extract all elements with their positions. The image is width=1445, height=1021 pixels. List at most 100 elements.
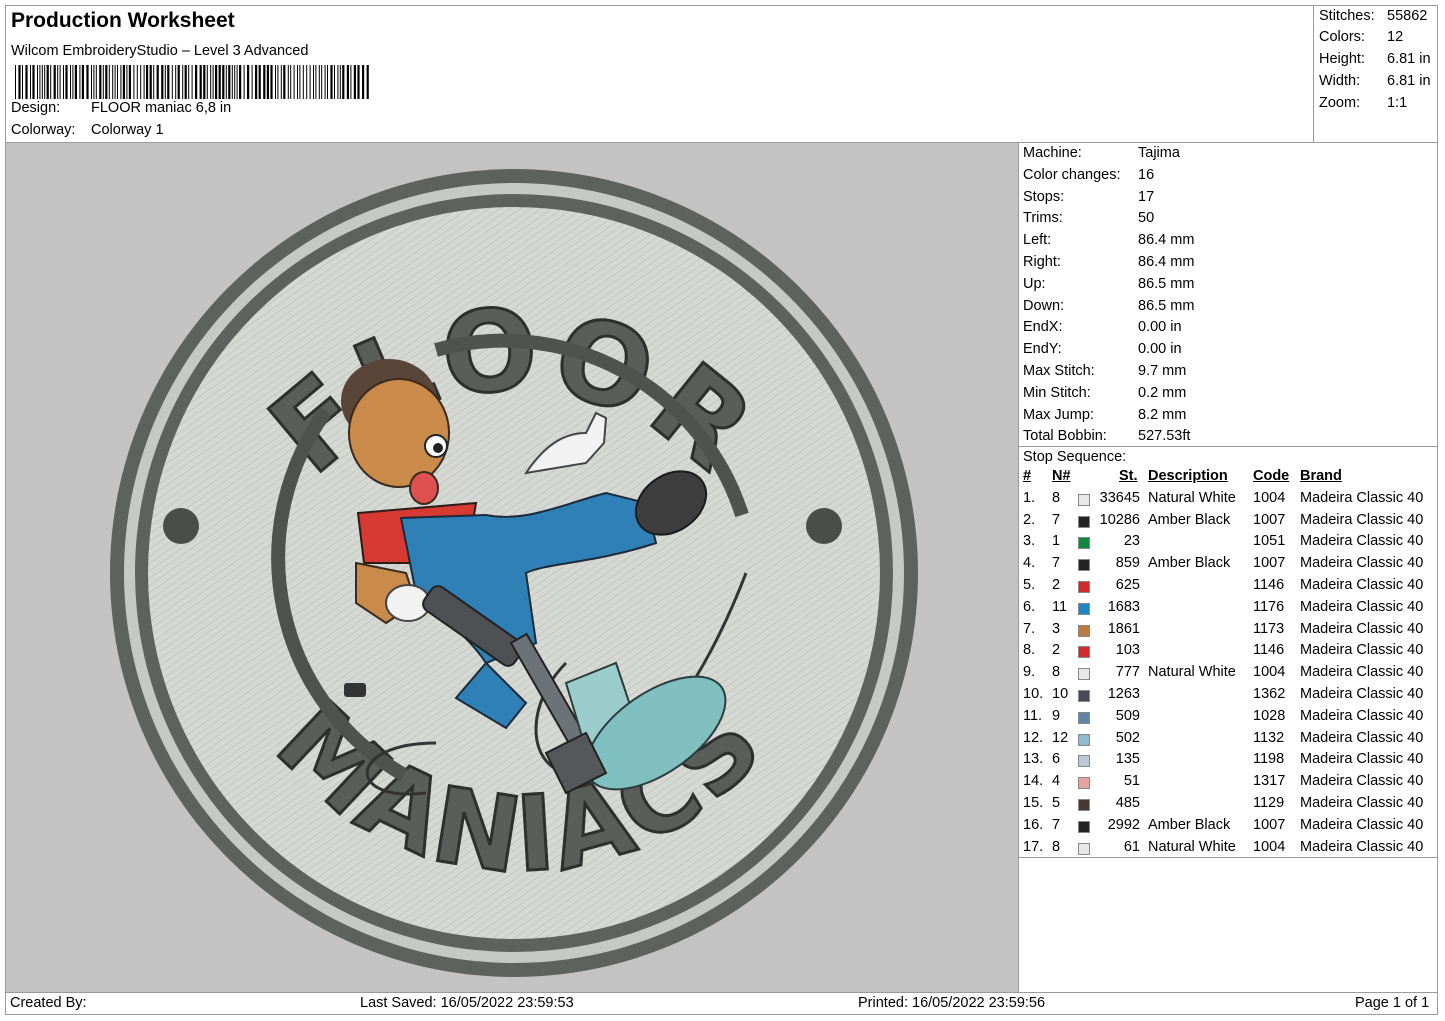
info-label: Stops: xyxy=(1023,188,1065,205)
info-divider xyxy=(1019,446,1438,447)
info-value: 0.00 in xyxy=(1138,341,1182,358)
color-swatch xyxy=(1078,493,1090,506)
table-bottom-divider xyxy=(1019,857,1438,858)
row-brand: Madeira Classic 40 xyxy=(1300,489,1424,506)
row-index: 3. xyxy=(1023,533,1036,550)
row-needle: 7 xyxy=(1052,511,1061,528)
table-row: 12. 12 502 1132 Madeira Classic 40 xyxy=(1019,730,1438,752)
row-index: 4. xyxy=(1023,555,1036,572)
design-row: Design: FLOOR maniac 6,8 in xyxy=(11,100,231,116)
barcode xyxy=(15,65,369,99)
right-dot xyxy=(806,508,842,544)
color-swatch xyxy=(1078,668,1090,681)
color-swatch xyxy=(1078,690,1090,702)
row-stitches: 23 xyxy=(1123,533,1140,550)
info-row: Color changes: 16 xyxy=(1023,167,1154,183)
row-brand: Madeira Classic 40 xyxy=(1300,686,1424,702)
row-stitches: 61 xyxy=(1123,838,1140,855)
row-index: 8. xyxy=(1023,642,1036,659)
info-label: Total Bobbin: xyxy=(1023,428,1107,445)
colorway-value: Colorway 1 xyxy=(91,122,164,138)
table-row: 1. 8 33645 Natural White 1004 Madeira Classic… xyxy=(1019,490,1438,512)
table-row: 11. 9 509 1028 Madeira Classic 40 xyxy=(1019,708,1438,730)
left-dot xyxy=(163,508,199,544)
color-swatch xyxy=(1078,711,1090,724)
info-value: 527.53ft xyxy=(1138,428,1191,445)
stat-width: Width: 6.81 in xyxy=(1319,73,1431,89)
info-value: Tajima xyxy=(1138,145,1180,161)
color-swatch xyxy=(1078,515,1090,528)
row-stitches: 1263 xyxy=(1107,686,1140,702)
row-index: 7. xyxy=(1023,620,1036,637)
table-row: 10. 10 1263 1362 Madeira Classic 40 xyxy=(1019,686,1438,708)
info-label: Left: xyxy=(1023,232,1052,249)
table-row: 14. 4 51 1317 Madeira Classic 40 xyxy=(1019,773,1438,795)
info-value: 86.4 mm xyxy=(1138,254,1195,270)
table-row: 3. 1 23 1051 Madeira Classic 40 xyxy=(1019,533,1438,555)
row-description: Natural White xyxy=(1148,664,1236,681)
table-row: 6. 11 1683 1176 Madeira Classic 40 xyxy=(1019,599,1438,621)
info-row: Trims: 50 xyxy=(1023,210,1154,226)
row-code: 1007 xyxy=(1253,816,1286,833)
plug-icon xyxy=(344,683,366,697)
row-stitches: 51 xyxy=(1123,773,1140,790)
col-description: Description xyxy=(1148,468,1228,484)
info-value: 86.5 mm xyxy=(1138,275,1195,292)
embroidery-design: FLOOR MANIACS xyxy=(110,169,918,977)
row-brand: Madeira Classic 40 xyxy=(1300,729,1424,746)
table-row: 7. 3 1861 1173 Madeira Classic 40 xyxy=(1019,621,1438,643)
colorway-row: Colorway: Colorway 1 xyxy=(11,122,164,138)
info-label: Max Stitch: xyxy=(1023,363,1095,379)
row-brand: Madeira Classic 40 xyxy=(1300,664,1424,681)
footer-divider xyxy=(5,992,1438,993)
row-needle: 7 xyxy=(1052,555,1061,572)
row-needle: 7 xyxy=(1052,816,1061,833)
row-description: Natural White xyxy=(1148,489,1236,506)
info-row: Min Stitch: 0.2 mm xyxy=(1023,385,1186,401)
info-value: 17 xyxy=(1138,188,1155,205)
info-value: 8.2 mm xyxy=(1138,406,1187,423)
col-brand: Brand xyxy=(1300,468,1342,484)
row-code: 1146 xyxy=(1253,577,1285,593)
info-label: Right: xyxy=(1023,254,1061,270)
col-needle: N# xyxy=(1052,468,1071,484)
info-row: EndY: 0.00 in xyxy=(1023,341,1182,357)
table-row: 13. 6 135 1198 Madeira Classic 40 xyxy=(1019,751,1438,773)
row-code: 1004 xyxy=(1253,664,1286,681)
info-value: 86.4 mm xyxy=(1138,232,1195,249)
row-code: 1007 xyxy=(1253,511,1286,528)
row-code: 1176 xyxy=(1253,598,1285,615)
info-row: EndX: 0.00 in xyxy=(1023,319,1182,335)
info-label: Max Jump: xyxy=(1023,406,1094,423)
info-row: Total Bobbin: 527.53ft xyxy=(1023,428,1190,444)
row-code: 1362 xyxy=(1253,686,1286,702)
row-stitches: 10286 xyxy=(1099,511,1140,528)
info-value: 50 xyxy=(1138,210,1155,227)
row-needle: 8 xyxy=(1052,838,1061,855)
color-swatch xyxy=(1078,799,1090,811)
stop-sequence-title: Stop Sequence: xyxy=(1023,449,1127,465)
table-row: 5. 2 625 1146 Madeira Classic 40 xyxy=(1019,577,1438,599)
row-index: 5. xyxy=(1023,577,1036,593)
design-value: FLOOR maniac 6,8 in xyxy=(91,100,232,116)
row-stitches: 135 xyxy=(1115,751,1140,768)
row-brand: Madeira Classic 40 xyxy=(1300,598,1424,615)
info-value: 0.2 mm xyxy=(1138,384,1187,401)
row-code: 1132 xyxy=(1253,729,1285,746)
row-brand: Madeira Classic 40 xyxy=(1300,816,1424,833)
table-row: 15. 5 485 1129 Madeira Classic 40 xyxy=(1019,795,1438,817)
design-preview: FLOOR MANIACS xyxy=(6,143,1018,992)
page-number: Page 1 of 1 xyxy=(1355,995,1430,1011)
info-label: Machine: xyxy=(1023,145,1082,161)
row-description: Amber Black xyxy=(1148,555,1231,572)
worksheet-header: Production Worksheet Wilcom EmbroiderySt… xyxy=(5,5,1313,142)
software-name: Wilcom EmbroideryStudio – Level 3 Advanc… xyxy=(11,43,309,59)
row-index: 16. xyxy=(1023,816,1044,833)
info-row: Up: 86.5 mm xyxy=(1023,276,1194,292)
row-code: 1028 xyxy=(1253,707,1286,724)
row-index: 6. xyxy=(1023,598,1036,615)
row-index: 17. xyxy=(1023,838,1044,855)
row-index: 1. xyxy=(1023,489,1036,506)
table-row: 9. 8 777 Natural White 1004 Madeira Classic 4… xyxy=(1019,664,1438,686)
printed-date: Printed: 16/05/2022 23:59:56 xyxy=(858,995,1046,1011)
